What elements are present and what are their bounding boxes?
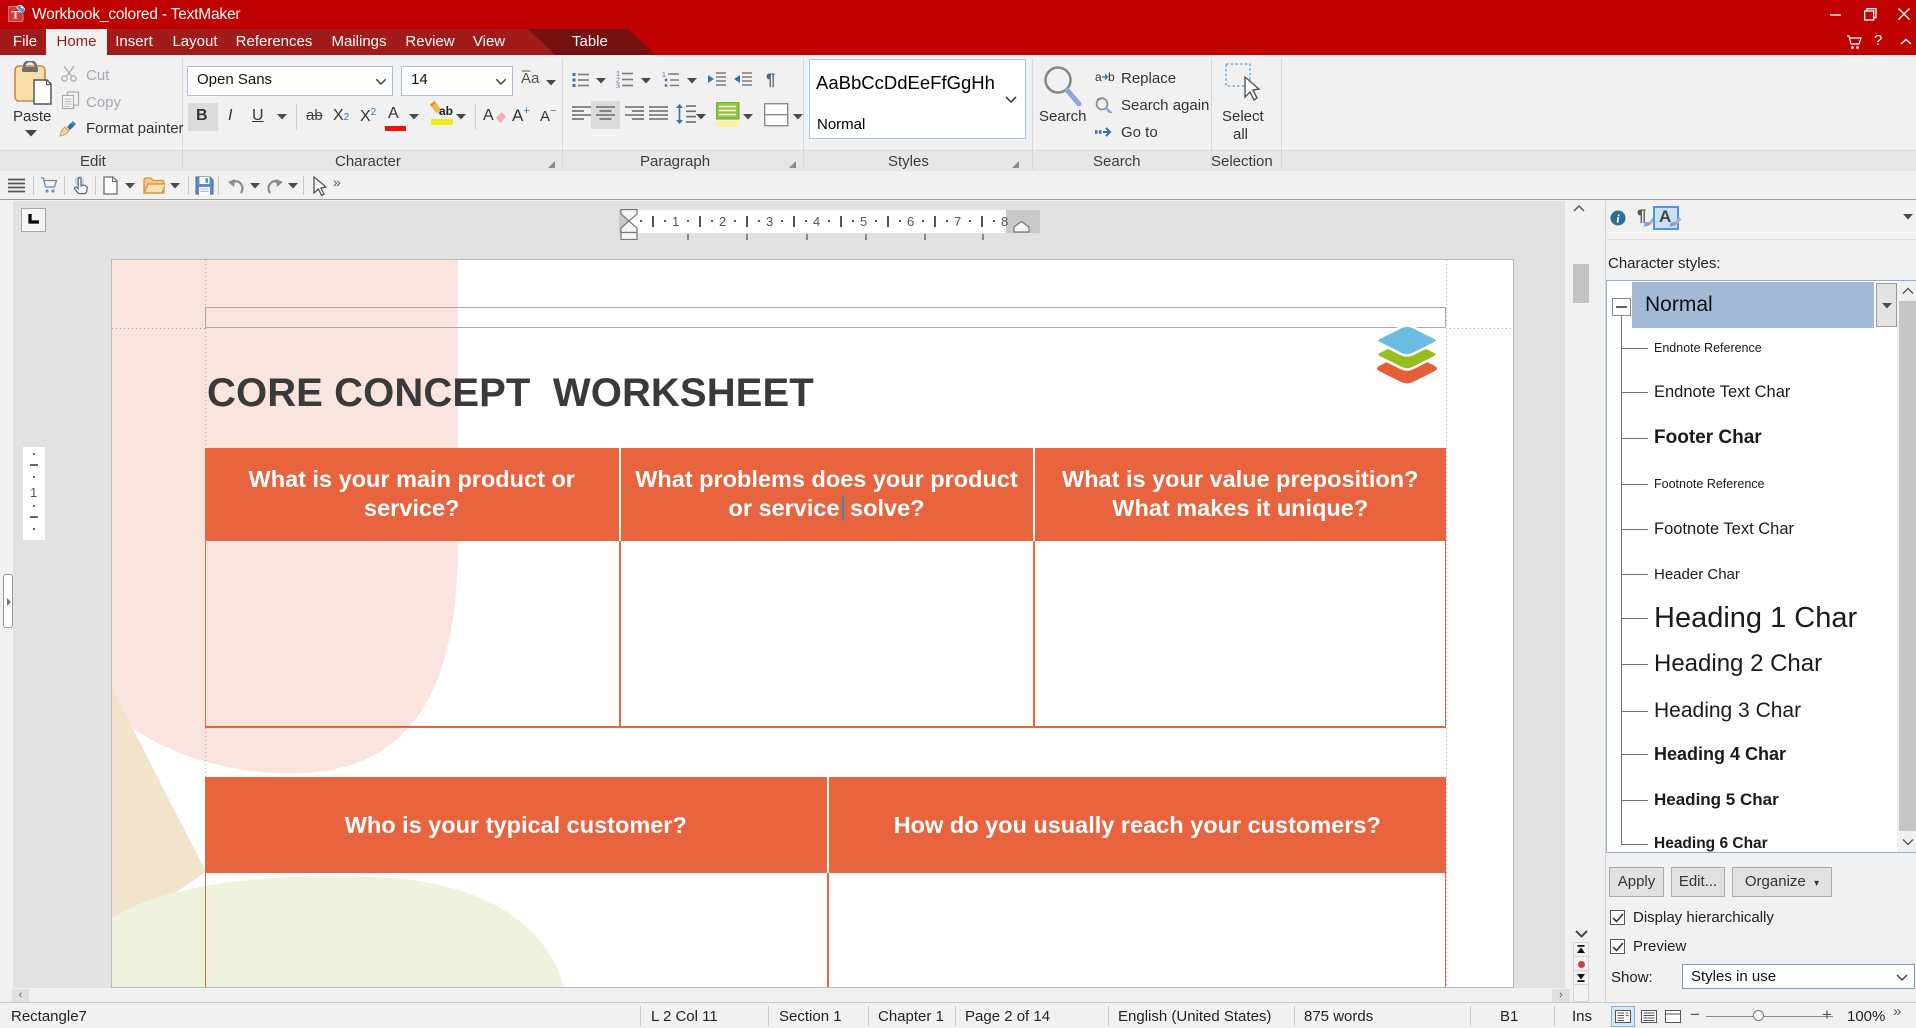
svg-text:a: a xyxy=(1095,71,1102,84)
svg-text:b: b xyxy=(1108,71,1115,84)
svg-text:1: 1 xyxy=(662,72,666,79)
svg-text:3: 3 xyxy=(616,84,620,89)
svg-text:ab: ab xyxy=(439,104,453,118)
